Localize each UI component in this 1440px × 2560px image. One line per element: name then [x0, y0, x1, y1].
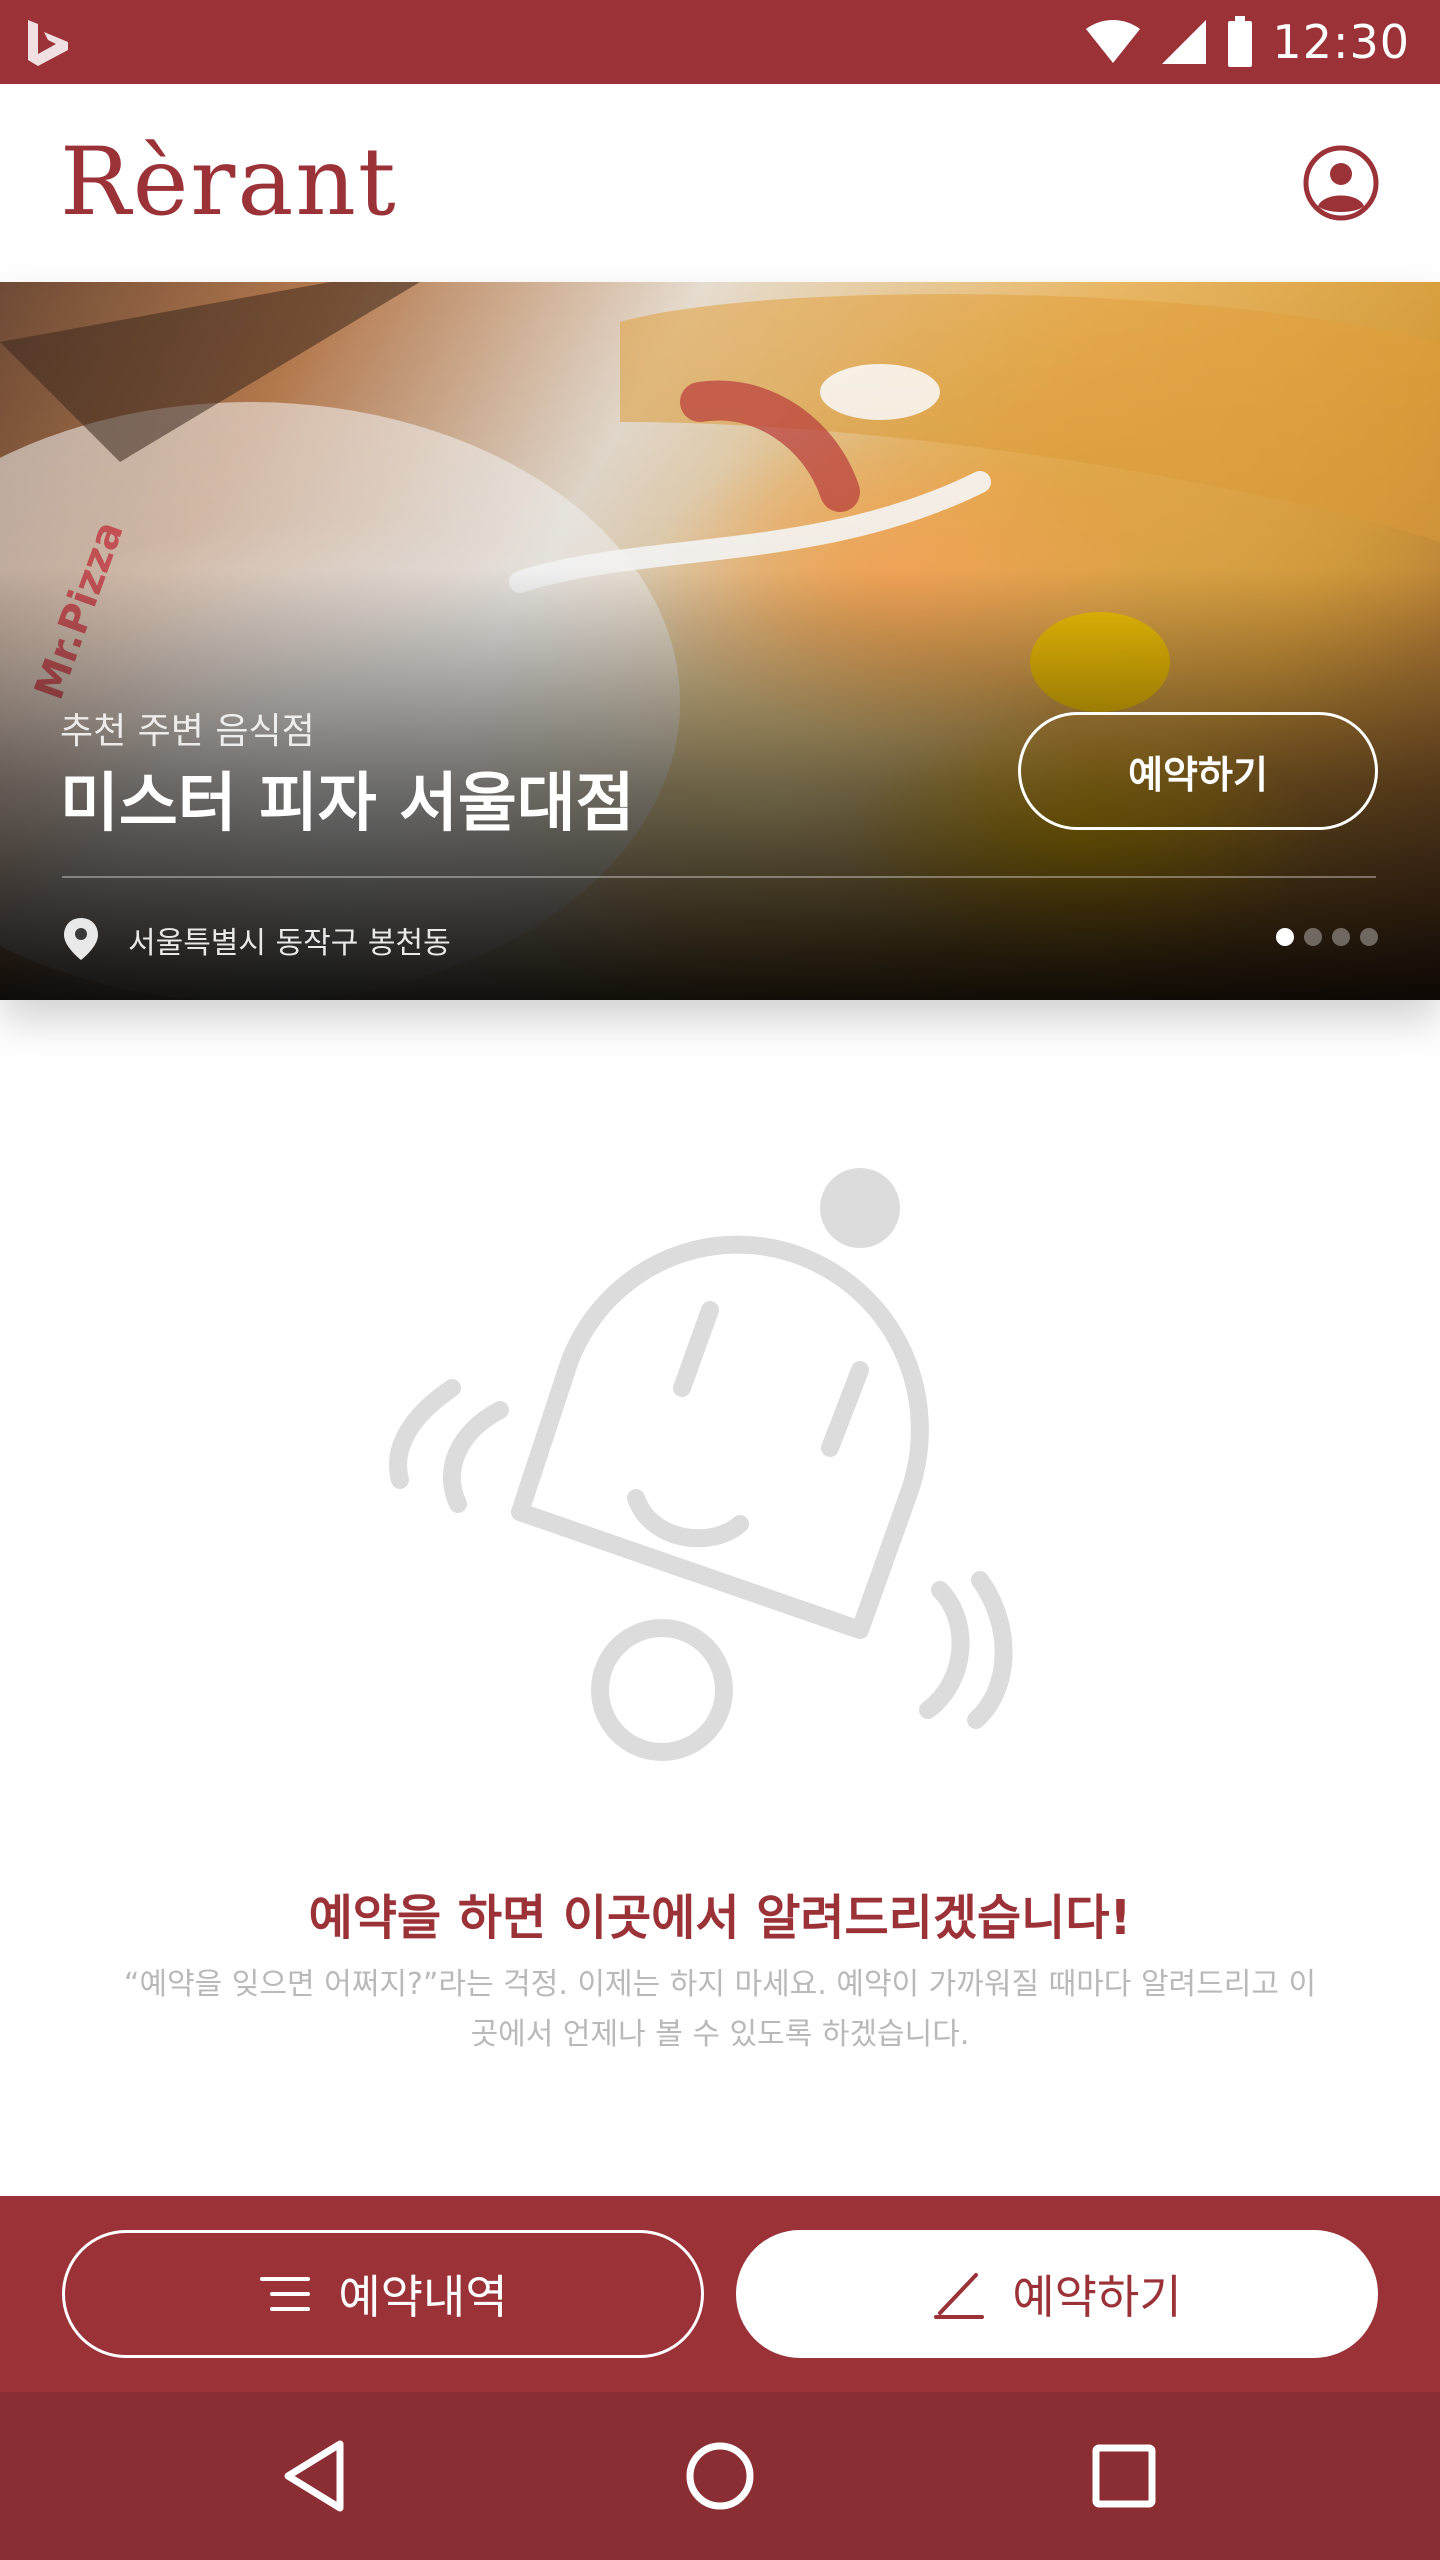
location-pin-icon — [64, 918, 98, 960]
bottom-action-bar: 예약내역 예약하기 — [0, 2196, 1440, 2392]
empty-state-description: “예약을 잊으면 어쩌지?”라는 걱정. 이제는 하지 마세요. 예약이 가까워… — [123, 1967, 1317, 2052]
system-nav-bar — [0, 2392, 1440, 2560]
reservation-history-button[interactable]: 예약내역 — [62, 2230, 704, 2358]
restaurant-address: 서울특별시 동작구 봉천동 — [128, 926, 451, 961]
account-circle-icon[interactable] — [1302, 144, 1380, 222]
clock: 12:30 — [1272, 15, 1410, 69]
make-reservation-label: 예약하기 — [1012, 2270, 1182, 2324]
status-indicators: 12:30 — [1084, 0, 1410, 84]
hero-subtitle: 추천 주변 음식점 — [60, 711, 315, 752]
signal-icon — [1162, 20, 1207, 64]
battery-icon — [1228, 16, 1253, 67]
app-bar: Rèrant — [0, 84, 1440, 282]
pencil-icon — [934, 2273, 985, 2319]
status-bar: 12:30 — [0, 0, 1440, 84]
carousel-dot[interactable] — [1276, 928, 1294, 946]
bing-icon — [28, 20, 68, 66]
carousel-dot[interactable] — [1332, 928, 1350, 946]
reservation-history-label: 예약내역 — [338, 2270, 508, 2324]
carousel-indicator[interactable] — [1276, 928, 1378, 946]
hero-divider — [62, 876, 1376, 878]
featured-restaurant-banner[interactable]: Mr.Pizza 추천 주변 음식점 미스터 피자 서울대점 예약하기 서울특별… — [0, 282, 1440, 1000]
recents-square-icon[interactable] — [1082, 2434, 1166, 2518]
make-reservation-button[interactable]: 예약하기 — [736, 2230, 1378, 2358]
restaurant-name: 미스터 피자 서울대점 — [60, 767, 635, 841]
back-triangle-icon[interactable] — [274, 2434, 358, 2518]
home-circle-icon[interactable] — [678, 2434, 762, 2518]
bell-character-icon — [389, 1168, 1013, 1761]
empty-state-title: 예약을 하면 이곳에서 알려드리겠습니다! — [308, 1890, 1132, 1946]
hero-reserve-button[interactable]: 예약하기 — [1018, 712, 1378, 830]
app-logo: Rèrant — [60, 128, 398, 237]
carousel-dot[interactable] — [1304, 928, 1322, 946]
list-icon — [260, 2277, 311, 2311]
hero-gradient-overlay — [0, 282, 1440, 1000]
carousel-dot[interactable] — [1360, 928, 1378, 946]
wifi-icon — [1086, 20, 1141, 63]
